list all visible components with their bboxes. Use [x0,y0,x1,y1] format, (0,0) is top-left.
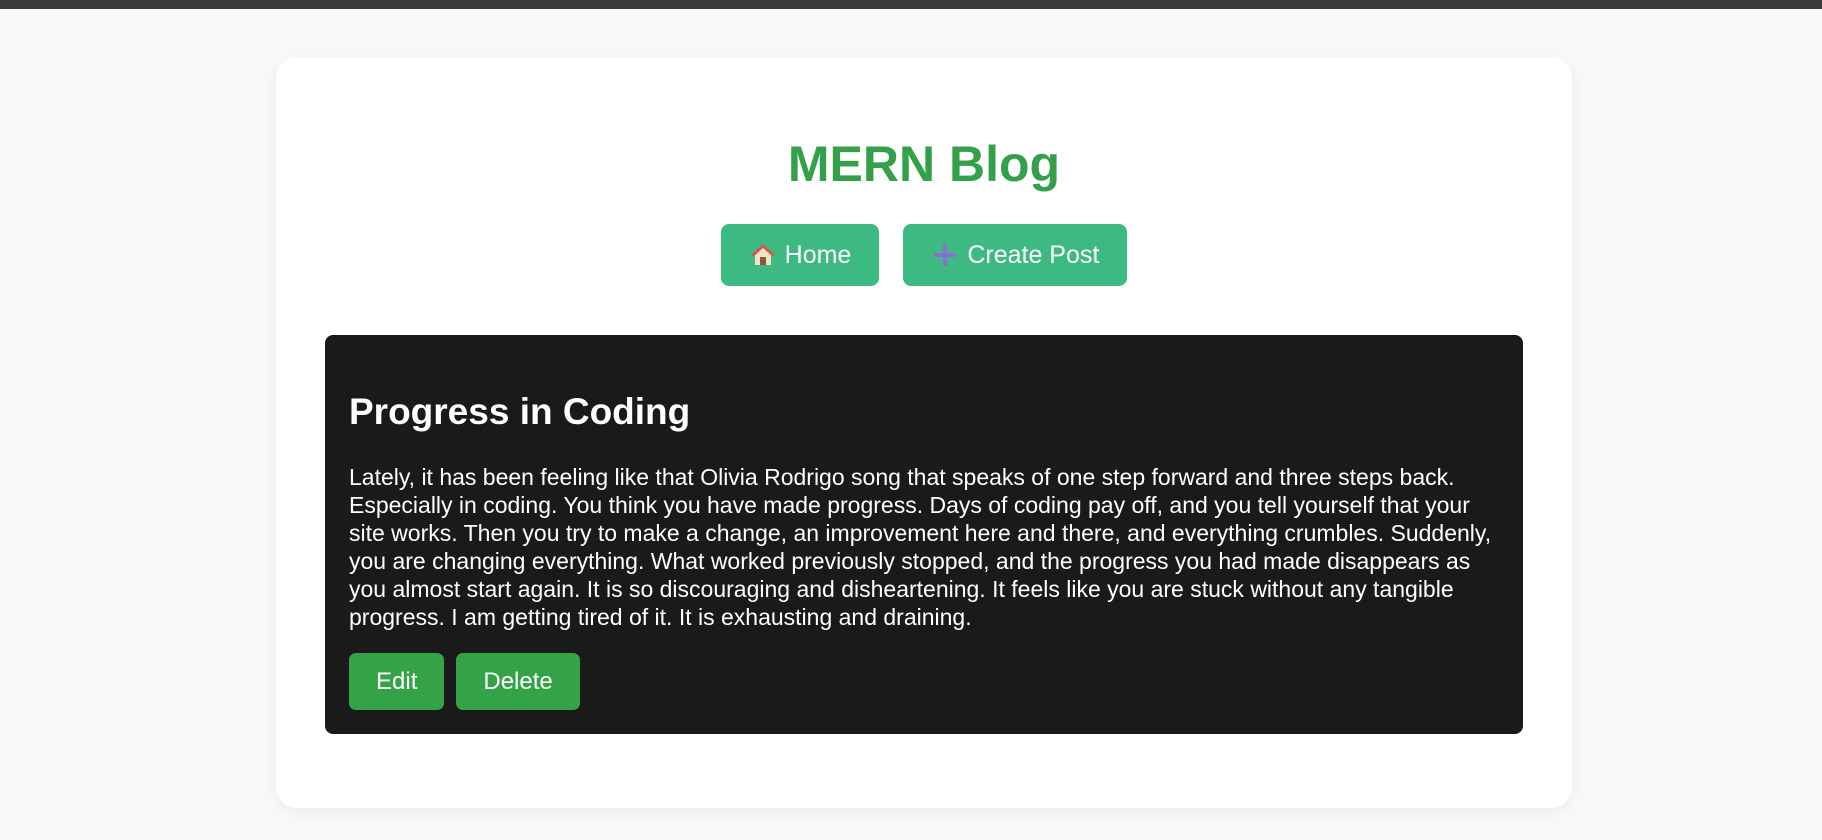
delete-button[interactable]: Delete [456,653,580,710]
browser-top-bar [0,0,1822,9]
post-title: Progress in Coding [349,391,691,432]
edit-button[interactable]: Edit [349,653,445,710]
post-body: Lately, it has been feeling like that Ol… [349,464,1492,630]
main-nav: Home Create Post [276,224,1572,286]
post-actions: Edit Delete [349,653,580,710]
house-icon [749,241,777,269]
home-button[interactable]: Home [720,224,880,286]
home-button-label: Home [784,240,852,269]
create-post-button-label: Create Post [967,240,1100,269]
create-post-button[interactable]: Create Post [903,224,1128,286]
blog-container: MERN Blog Home Create Post Progress in C… [276,57,1572,808]
plus-icon [931,241,959,269]
page-title: MERN Blog [787,136,1061,192]
post-card: Progress in Coding Lately, it has been f… [325,335,1523,734]
